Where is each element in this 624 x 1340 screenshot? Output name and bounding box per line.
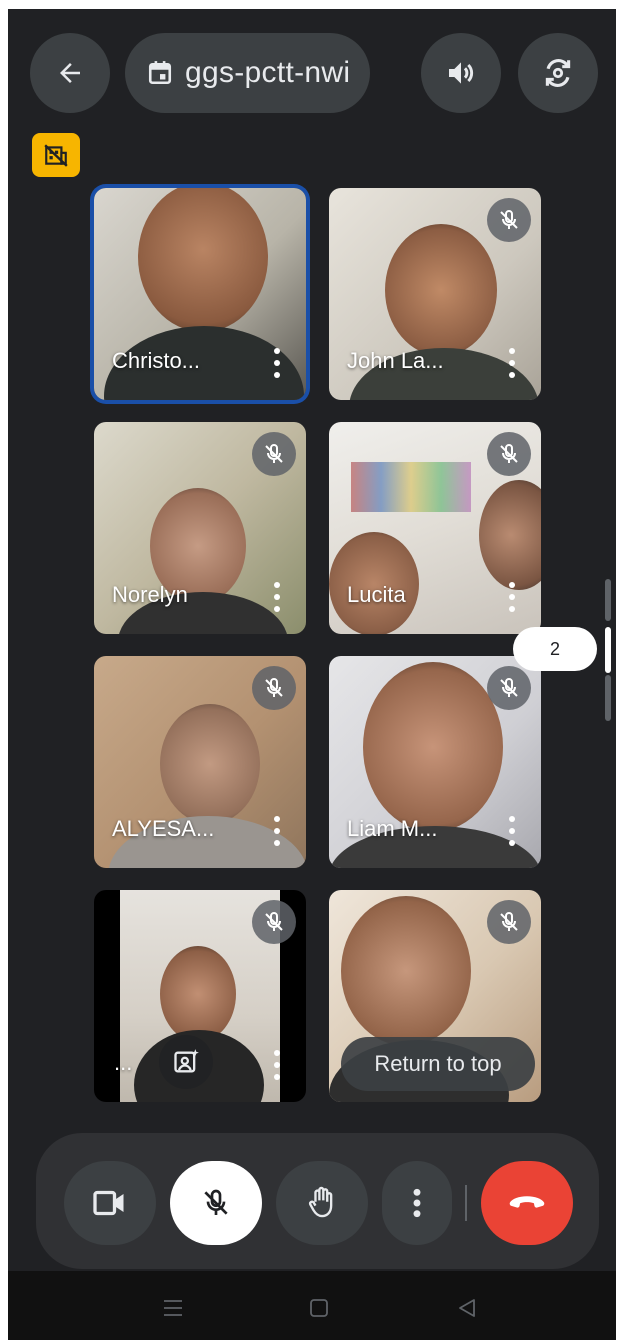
participant-name: Norelyn: [112, 582, 188, 607]
participant-name: Lucita: [347, 582, 406, 607]
call-controls-bar: [36, 1133, 599, 1269]
mic-off-icon: [500, 678, 518, 697]
return-to-top-button[interactable]: Return to top: [341, 1037, 535, 1091]
android-nav-bar: [8, 1271, 616, 1340]
participant-mic-off: [487, 432, 531, 476]
page-indicator: 2: [513, 627, 597, 671]
video-camera-icon: [93, 1190, 124, 1216]
raise-hand-icon: [309, 1186, 333, 1218]
no-video-badge[interactable]: [32, 133, 80, 177]
home-icon: [310, 1299, 328, 1317]
switch-camera-button[interactable]: [518, 33, 598, 113]
meet-call-screen: ggs-pctt-nwi Christo... John La... Norel…: [8, 9, 616, 1340]
participant-tile-3[interactable]: Norelyn: [94, 422, 306, 634]
recent-apps-button[interactable]: [158, 1293, 188, 1323]
participant-mic-off: [252, 432, 296, 476]
participant-options-button[interactable]: [509, 348, 515, 378]
mic-off-icon: [265, 912, 283, 931]
participant-tile-1[interactable]: Christo...: [94, 188, 306, 400]
portrait-sparkle-icon: [174, 1049, 199, 1073]
participant-video: [385, 224, 497, 356]
participant-video: [160, 946, 236, 1042]
more-vert-icon: [413, 1188, 421, 1218]
mic-off-icon: [500, 210, 518, 229]
meeting-info-button[interactable]: ggs-pctt-nwi: [125, 33, 370, 113]
menu-icon: [164, 1300, 182, 1316]
end-call-button[interactable]: [481, 1161, 573, 1245]
participant-tile-6[interactable]: Liam M...: [329, 656, 541, 868]
participant-video: [160, 704, 260, 824]
home-button[interactable]: [304, 1293, 334, 1323]
participant-tile-4[interactable]: Lucita: [329, 422, 541, 634]
participant-name: Liam M...: [347, 816, 438, 841]
mic-off-icon: [204, 1189, 228, 1215]
camera-toggle-button[interactable]: [64, 1161, 156, 1245]
mic-off-icon: [500, 444, 518, 463]
participant-video: [363, 662, 503, 832]
no-video-building-icon: [44, 144, 68, 167]
mic-off-icon: [265, 444, 283, 463]
bookshelf: [351, 462, 471, 512]
meeting-code: ggs-pctt-nwi: [185, 56, 351, 89]
audio-output-button[interactable]: [421, 33, 501, 113]
speaker-icon: [449, 62, 474, 84]
effects-button[interactable]: [159, 1035, 213, 1089]
participant-name: ALYESA...: [112, 816, 215, 841]
raise-hand-button[interactable]: [276, 1161, 368, 1245]
participant-tile-2[interactable]: John La...: [329, 188, 541, 400]
participant-name: John La...: [347, 348, 444, 373]
participant-options-button[interactable]: [274, 348, 280, 378]
more-options-button[interactable]: [382, 1161, 452, 1245]
participant-name: Christo...: [112, 348, 201, 373]
participant-name: ...: [114, 1050, 133, 1075]
participant-mic-off: [487, 198, 531, 242]
page-scrollbar-upper[interactable]: [605, 579, 611, 621]
participant-mic-off: [252, 900, 296, 944]
end-call-icon: [509, 1196, 545, 1208]
back-button[interactable]: [30, 33, 110, 113]
participant-video-2: [479, 480, 541, 590]
participant-tile-5[interactable]: ALYESA...: [94, 656, 306, 868]
back-triangle-icon: [459, 1299, 475, 1317]
participant-mic-off: [487, 666, 531, 710]
participant-mic-off: [487, 900, 531, 944]
mic-off-icon: [500, 912, 518, 931]
flip-camera-icon: [545, 59, 571, 87]
page-scrollbar-thumb[interactable]: [605, 627, 611, 673]
participant-options-button[interactable]: [509, 582, 515, 612]
controls-divider: [465, 1185, 467, 1221]
mic-toggle-button[interactable]: [170, 1161, 262, 1245]
arrow-left-icon: [60, 63, 80, 83]
page-scrollbar-lower[interactable]: [605, 675, 611, 721]
participant-options-button[interactable]: [509, 816, 515, 846]
mic-off-icon: [265, 678, 283, 697]
participant-options-button[interactable]: [274, 582, 280, 612]
participant-options-button[interactable]: [274, 816, 280, 846]
participant-video: [138, 188, 268, 332]
participant-options-button[interactable]: [274, 1050, 280, 1080]
participant-video: [341, 896, 471, 1046]
participant-mic-off: [252, 666, 296, 710]
calendar-icon: [148, 61, 172, 85]
back-nav-button[interactable]: [452, 1293, 482, 1323]
